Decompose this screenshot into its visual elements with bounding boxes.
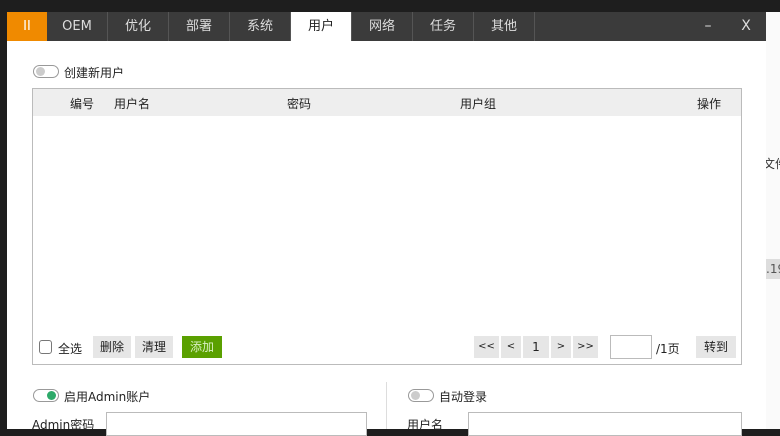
select-all-checkbox[interactable] [39, 340, 52, 354]
create-user-toggle[interactable] [33, 65, 59, 78]
minimize-button[interactable]: – [693, 12, 723, 41]
admin-password-input[interactable] [106, 412, 367, 436]
tab-users[interactable]: 用户 [291, 12, 352, 41]
last-page-button[interactable]: >> [573, 336, 598, 358]
select-all-label: 全选 [58, 342, 83, 356]
create-user-label: 创建新用户 [64, 66, 125, 80]
add-button[interactable]: 添加 [182, 336, 222, 358]
table-header: 编号 用户名 密码 用户组 操作 [33, 89, 741, 116]
tab-optimize[interactable]: 优化 [108, 12, 169, 41]
tab-system[interactable]: 系统 [230, 12, 291, 41]
divider [386, 382, 387, 429]
column-username: 用户名 [114, 97, 151, 111]
autologin-username-label: 用户名 [407, 418, 444, 432]
close-button[interactable]: X [731, 12, 761, 41]
admin-toggle[interactable] [33, 389, 59, 402]
user-settings-window: II OEM 优化 部署 系统 用户 网络 任务 其他 – X 创建新用户 编号… [7, 12, 766, 436]
autologin-label: 自动登录 [439, 390, 488, 404]
clear-button[interactable]: 清理 [135, 336, 173, 358]
admin-label: 启用Admin账户 [64, 390, 151, 404]
tab-deploy[interactable]: 部署 [169, 12, 230, 41]
tab-logo[interactable]: II [7, 12, 47, 41]
autologin-username-input[interactable] [468, 412, 742, 436]
background-window: 文件 .19 [766, 12, 780, 429]
total-pages: /1页 [656, 342, 680, 356]
column-id: 编号 [70, 97, 95, 111]
tab-other[interactable]: 其他 [474, 12, 535, 41]
user-table: 编号 用户名 密码 用户组 操作 全选 删除 清理 添加 << < 1 > >>… [32, 88, 742, 365]
column-group: 用户组 [460, 97, 497, 111]
first-page-button[interactable]: << [474, 336, 499, 358]
prev-page-button[interactable]: < [501, 336, 521, 358]
column-password: 密码 [287, 97, 312, 111]
tab-oem[interactable]: OEM [47, 12, 108, 41]
current-page[interactable]: 1 [523, 336, 549, 358]
admin-password-label: Admin密码 [32, 418, 95, 432]
next-page-button[interactable]: > [551, 336, 571, 358]
goto-page-input[interactable] [610, 335, 652, 359]
goto-button[interactable]: 转到 [696, 336, 736, 358]
delete-button[interactable]: 删除 [93, 336, 131, 358]
autologin-toggle[interactable] [408, 389, 434, 402]
column-actions: 操作 [697, 97, 722, 111]
tab-tasks[interactable]: 任务 [413, 12, 474, 41]
background-text: .19 [766, 259, 780, 279]
background-text: 文件 [766, 157, 780, 171]
tab-bar: II OEM 优化 部署 系统 用户 网络 任务 其他 – X [7, 12, 766, 41]
tab-network[interactable]: 网络 [352, 12, 413, 41]
